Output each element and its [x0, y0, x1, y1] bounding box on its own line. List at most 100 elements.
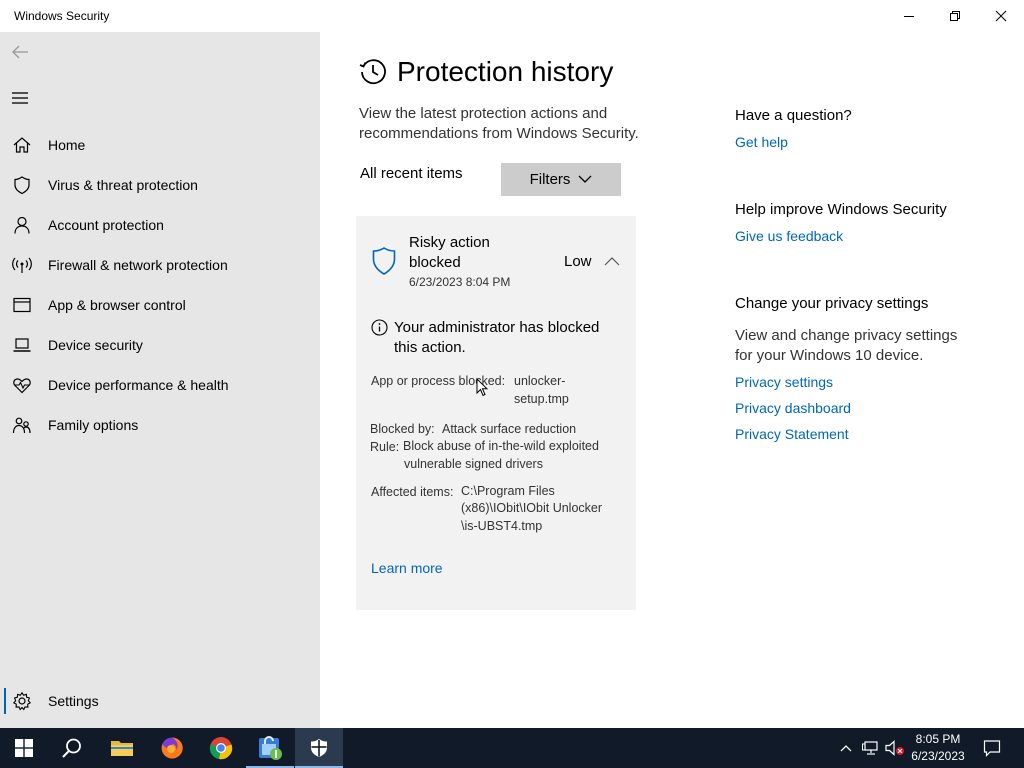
- taskbar-firefox[interactable]: [148, 728, 196, 768]
- app-process-value-2: setup.tmp: [514, 392, 569, 406]
- title-bar: Windows Security: [0, 0, 1024, 32]
- privacy-description: View and change privacy settings for you…: [735, 327, 958, 364]
- gear-icon: [12, 691, 32, 711]
- sidebar-item-label: Family options: [48, 417, 139, 433]
- minimize-icon: [904, 16, 914, 17]
- start-button[interactable]: [0, 728, 48, 768]
- file-explorer-icon: [111, 741, 133, 756]
- sidebar-item-virus-threat-protection[interactable]: Virus & threat protection: [0, 165, 320, 205]
- shield-icon: [372, 247, 396, 275]
- privacy-statement-link[interactable]: Privacy Statement: [735, 426, 849, 442]
- sidebar-item-firewall[interactable]: Firewall & network protection: [0, 245, 320, 285]
- shield-icon: [14, 176, 30, 195]
- browser-window-icon: [13, 297, 31, 313]
- app-process-value-1: unlocker-: [514, 374, 566, 388]
- active-indicator: [4, 688, 6, 714]
- family-icon: [12, 417, 31, 434]
- taskbar-windows-security[interactable]: [295, 728, 343, 768]
- chrome-icon: [209, 737, 233, 760]
- sidebar-item-label: Firewall & network protection: [48, 257, 228, 273]
- info-icon: [371, 319, 388, 336]
- minimize-button[interactable]: [886, 0, 932, 32]
- affected-items-key: Affected items:: [371, 485, 454, 499]
- filters-button[interactable]: Filters: [501, 163, 621, 196]
- home-icon: [13, 137, 31, 153]
- affected-items-value-2: (x86)\IObit\IObit Unlocker: [461, 501, 603, 515]
- taskbar-search-button[interactable]: [48, 728, 96, 768]
- improve-heading: Help improve Windows Security: [735, 201, 947, 218]
- sidebar-item-label: Device security: [48, 337, 143, 353]
- network-tray-button[interactable]: [860, 728, 882, 768]
- get-help-link[interactable]: Get help: [735, 134, 788, 150]
- protection-history-card: Risky action blocked 6/23/2023 8:04 PM L…: [356, 216, 636, 610]
- heart-pulse-icon: [13, 378, 31, 394]
- sidebar-item-device-security[interactable]: Device security: [0, 325, 320, 365]
- action-center-button[interactable]: [978, 728, 1006, 768]
- chevron-up-icon: [840, 745, 852, 752]
- sidebar-item-label: Device performance & health: [48, 377, 229, 393]
- start-icon: [15, 739, 33, 757]
- search-icon: [62, 738, 81, 758]
- antenna-icon: [12, 257, 32, 273]
- privacy-dashboard-link[interactable]: Privacy dashboard: [735, 400, 851, 416]
- all-recent-items-label: All recent items: [360, 165, 463, 182]
- affected-items-value-3: \is-UBST4.tmp: [461, 519, 543, 533]
- have-question-heading: Have a question?: [735, 107, 852, 124]
- laptop-icon: [13, 338, 31, 352]
- chevron-up-icon[interactable]: [604, 254, 620, 270]
- sidebar-item-device-performance-health[interactable]: Device performance & health: [0, 365, 320, 405]
- hamburger-icon: [12, 92, 28, 104]
- network-icon: [862, 741, 878, 755]
- taskbar: 8:05 PM 6/23/2023: [0, 728, 1024, 768]
- back-arrow-icon: [12, 45, 28, 59]
- settings-label: Settings: [48, 693, 99, 709]
- history-clock-icon: [359, 59, 386, 85]
- page-description: View the latest protection actions and r…: [359, 105, 639, 142]
- privacy-heading: Change your privacy settings: [735, 295, 929, 312]
- sidebar-item-label: App & browser control: [48, 297, 186, 313]
- sidebar-item-label: Account protection: [48, 217, 164, 233]
- card-title: Risky action blocked: [409, 234, 490, 271]
- mouse-cursor-icon: [476, 378, 488, 397]
- sidebar-item-settings[interactable]: Settings: [0, 681, 320, 721]
- blocked-by-value: Attack surface reduction: [442, 422, 577, 436]
- main-content: Protection history View the latest prote…: [320, 32, 1024, 728]
- sidebar-item-label: Home: [48, 137, 86, 153]
- taskbar-iobit-unlocker[interactable]: [246, 728, 294, 768]
- clock-date: 6/23/2023: [911, 749, 965, 763]
- close-button[interactable]: [978, 0, 1024, 32]
- chevron-down-icon: [578, 175, 592, 183]
- rule-key: Rule:: [370, 440, 400, 454]
- page-title: Protection history: [397, 56, 614, 87]
- rule-value-1: Block abuse of in-the-wild exploited: [403, 439, 599, 453]
- learn-more-link[interactable]: Learn more: [371, 560, 443, 576]
- window-title: Windows Security: [14, 9, 110, 23]
- taskbar-chrome[interactable]: [197, 728, 245, 768]
- rule-value-2: vulnerable signed drivers: [404, 457, 543, 471]
- blocked-message: Your administrator has blocked this acti…: [394, 319, 600, 356]
- sidebar-item-label: Virus & threat protection: [48, 177, 198, 193]
- sidebar-item-account-protection[interactable]: Account protection: [0, 205, 320, 245]
- sidebar-item-home[interactable]: Home: [0, 125, 320, 165]
- hamburger-menu-button[interactable]: [10, 88, 30, 108]
- back-button[interactable]: [10, 42, 30, 62]
- affected-items-value-1: C:\Program Files: [461, 484, 555, 498]
- restore-button[interactable]: [932, 0, 978, 32]
- sidebar: Home Virus & threat protection Account p…: [0, 32, 320, 728]
- windows-security-icon: [311, 739, 327, 757]
- taskbar-file-explorer[interactable]: [98, 728, 146, 768]
- sidebar-item-family-options[interactable]: Family options: [0, 405, 320, 445]
- filters-label: Filters: [529, 171, 571, 188]
- close-icon: [995, 10, 1007, 22]
- give-feedback-link[interactable]: Give us feedback: [735, 228, 843, 244]
- restore-icon: [950, 11, 960, 21]
- person-icon: [14, 216, 30, 234]
- taskbar-clock[interactable]: 8:05 PM 6/23/2023: [902, 731, 974, 765]
- notification-icon: [983, 740, 1001, 757]
- privacy-settings-link[interactable]: Privacy settings: [735, 374, 833, 390]
- show-hidden-icons-button[interactable]: [836, 728, 856, 768]
- sidebar-item-app-browser-control[interactable]: App & browser control: [0, 285, 320, 325]
- firefox-icon: [161, 737, 183, 759]
- blocked-by-key: Blocked by:: [370, 422, 435, 436]
- clock-time: 8:05 PM: [915, 732, 961, 746]
